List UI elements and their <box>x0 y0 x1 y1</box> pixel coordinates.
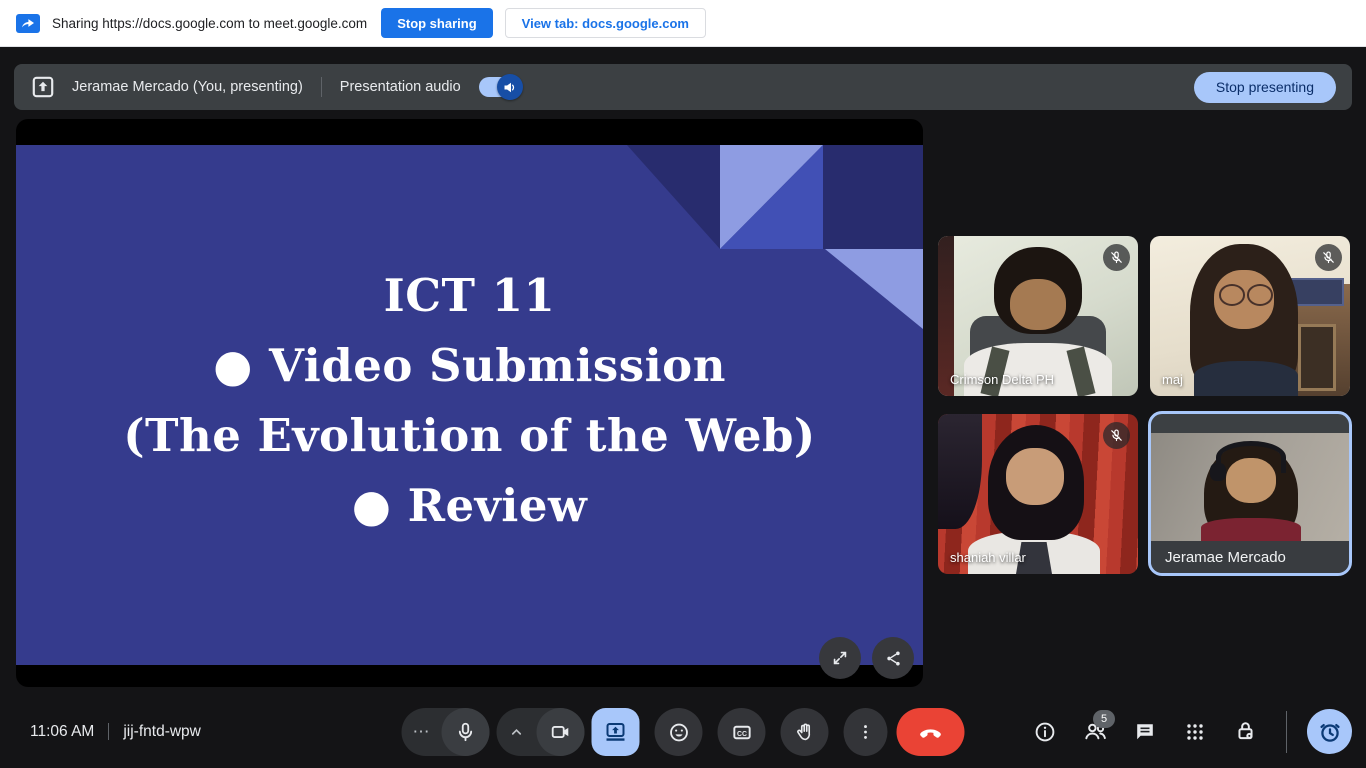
slide-text: ICT 11 ● Video Submission (The Evolution… <box>16 261 923 541</box>
timer-clock-button[interactable] <box>1307 709 1352 754</box>
audio-options-button[interactable]: ⋯ <box>402 721 442 743</box>
camera-button[interactable] <box>537 708 585 756</box>
speaker-icon <box>497 74 523 100</box>
participant-name: Jeramae Mercado <box>1165 549 1286 566</box>
captions-button[interactable]: CC <box>718 708 766 756</box>
more-options-button[interactable] <box>844 708 888 756</box>
banner-divider <box>321 77 322 97</box>
mic-off-icon <box>1103 244 1130 271</box>
presentation-audio-label: Presentation audio <box>340 79 461 95</box>
presentation-audio-toggle[interactable] <box>479 77 521 97</box>
slide-line-bullet-1: ● Video Submission <box>16 331 923 401</box>
shared-screen-video: ICT 11 ● Video Submission (The Evolution… <box>16 119 923 687</box>
mic-control-group: ⋯ <box>402 708 490 756</box>
microphone-button[interactable] <box>442 708 490 756</box>
mic-off-icon <box>1315 244 1342 271</box>
present-screen-button[interactable] <box>592 708 640 756</box>
end-call-button[interactable] <box>897 708 965 756</box>
mic-off-icon <box>1103 422 1130 449</box>
tab-sharing-bar: Sharing https://docs.google.com to meet.… <box>0 0 1366 47</box>
host-controls-lock-button[interactable] <box>1232 719 1258 745</box>
slide-line-subtitle: (The Evolution of the Web) <box>16 401 923 471</box>
reactions-button[interactable] <box>655 708 703 756</box>
participant-name: Crimson Delta PH <box>950 372 1054 387</box>
slide-line-title: ICT 11 <box>16 261 923 331</box>
sharing-message: Sharing https://docs.google.com to meet.… <box>52 16 367 31</box>
view-tab-button[interactable]: View tab: docs.google.com <box>505 8 706 38</box>
chat-button[interactable] <box>1132 719 1158 745</box>
expand-presentation-button[interactable] <box>819 637 861 679</box>
call-control-bar: 11:06 AM jij-fntd-wpw ⋯ <box>0 695 1366 768</box>
presenter-label: Jeramae Mercado (You, presenting) <box>72 79 303 95</box>
camera-control-group <box>497 708 585 756</box>
participant-tile-crimson-delta[interactable]: Crimson Delta PH <box>938 236 1138 396</box>
video-options-button[interactable] <box>497 722 537 742</box>
presenting-banner: Jeramae Mercado (You, presenting) Presen… <box>14 64 1352 110</box>
participant-name-strip: Jeramae Mercado <box>1151 541 1349 573</box>
clock-time: 11:06 AM <box>30 723 94 741</box>
share-presentation-button[interactable] <box>872 637 914 679</box>
slide-canvas: ICT 11 ● Video Submission (The Evolution… <box>16 145 923 665</box>
people-button[interactable]: 5 <box>1082 719 1108 745</box>
activities-grid-button[interactable] <box>1182 719 1208 745</box>
present-box-icon <box>30 74 56 100</box>
info-divider <box>108 723 109 740</box>
raise-hand-button[interactable] <box>781 708 829 756</box>
participant-tile-shaniah[interactable]: shaniah villar <box>938 414 1138 574</box>
meeting-info: 11:06 AM jij-fntd-wpw <box>30 695 201 768</box>
center-controls: ⋯ CC <box>402 708 965 756</box>
participant-count-badge: 5 <box>1093 710 1115 728</box>
stop-sharing-button[interactable]: Stop sharing <box>381 8 492 38</box>
meeting-details-button[interactable] <box>1032 719 1058 745</box>
tab-share-icon <box>16 14 40 33</box>
svg-text:CC: CC <box>737 730 747 737</box>
participant-name: maj <box>1162 372 1183 387</box>
meeting-code: jij-fntd-wpw <box>123 723 201 741</box>
right-controls: 5 <box>1020 695 1352 768</box>
participant-name: shaniah villar <box>950 550 1026 565</box>
controls-divider <box>1286 711 1287 753</box>
participant-tile-maj[interactable]: maj <box>1150 236 1350 396</box>
participant-video <box>1151 433 1349 541</box>
slide-line-bullet-2: ● Review <box>16 471 923 541</box>
google-meet-window: Sharing https://docs.google.com to meet.… <box>0 0 1366 768</box>
stop-presenting-button[interactable]: Stop presenting <box>1194 72 1336 103</box>
participant-tile-jeramae-self[interactable]: Jeramae Mercado <box>1148 411 1352 576</box>
